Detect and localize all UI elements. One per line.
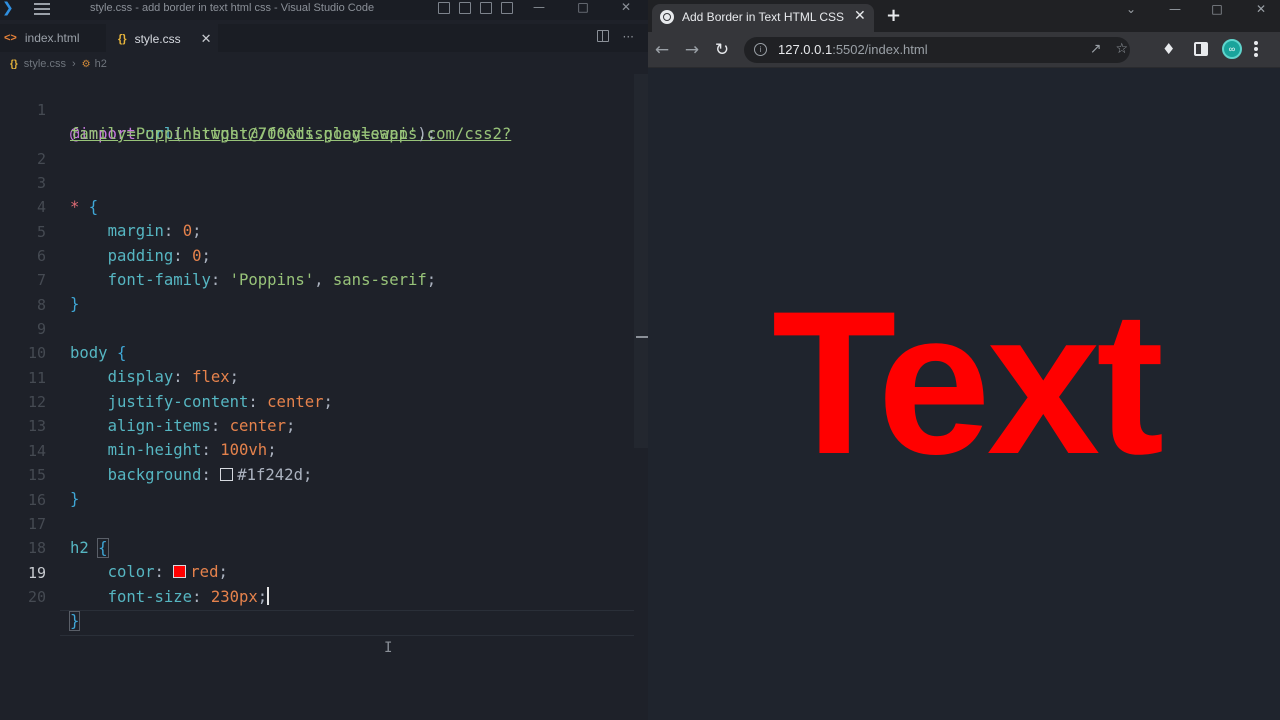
- code-text: font-size: 230px;: [107, 587, 270, 606]
- window-title: style.css - add border in text html css …: [90, 2, 375, 14]
- split-editor-icon[interactable]: [596, 30, 609, 42]
- mouse-ibeam-icon: I: [384, 640, 393, 656]
- page-viewport: Text: [648, 68, 1280, 720]
- customize-layout-icon[interactable]: [501, 2, 513, 14]
- share-icon[interactable]: ↗: [1090, 41, 1102, 57]
- editor-scrollbar[interactable]: [634, 74, 648, 448]
- hamburger-menu-icon[interactable]: [34, 3, 50, 15]
- breadcrumb: {} style.css › ⚙ h2: [10, 56, 107, 72]
- browser-tab-title: Add Border in Text HTML CSS | C: [682, 10, 844, 24]
- html-file-icon: <>: [4, 32, 17, 44]
- vscode-logo-icon: ❯: [2, 0, 14, 16]
- css-file-icon: {}: [118, 32, 127, 45]
- symbol-class-icon: ⚙: [81, 58, 91, 70]
- site-info-icon[interactable]: i: [754, 43, 767, 56]
- code-line: 10 display: flex;: [0, 317, 634, 386]
- browser-tabstrip: Add Border in Text HTML CSS | C ✕ + ⌄ — …: [648, 0, 1280, 32]
- maximize-icon[interactable]: □: [1208, 2, 1226, 16]
- maximize-icon[interactable]: □: [574, 0, 592, 16]
- code-line: 16: [0, 464, 634, 509]
- toggle-secondary-sidebar-icon[interactable]: [480, 2, 492, 14]
- bookmark-star-icon[interactable]: ☆: [1115, 41, 1128, 57]
- css-file-icon: {}: [10, 58, 18, 70]
- code-line: 4 margin: 0;: [0, 171, 634, 240]
- tab-label: index.html: [24, 31, 80, 45]
- code-line: 1 @import url('https://fonts.googleapis.…: [0, 74, 634, 143]
- close-window-icon[interactable]: ✕: [1252, 2, 1270, 16]
- url-text: 127.0.0.1:5502/index.html: [778, 42, 928, 57]
- code-line: 5 padding: 0;: [0, 196, 634, 265]
- editor-tabbar: <> index.html {} style.css ✕ ···: [0, 24, 648, 52]
- toggle-primary-sidebar-icon[interactable]: [438, 2, 450, 14]
- close-window-icon[interactable]: ✕: [617, 0, 635, 16]
- close-tab-icon[interactable]: ✕: [201, 31, 212, 47]
- code-line: 9 body {: [0, 293, 634, 362]
- browser-toolbar: ← → ↻ i 127.0.0.1:5502/index.html ↗ ☆ ♦ …: [648, 32, 1280, 68]
- back-icon[interactable]: ←: [652, 40, 672, 60]
- vscode-window: ❯ style.css - add border in text html cs…: [0, 0, 648, 720]
- code-line: 14 background: #1f242d;: [0, 415, 634, 484]
- close-tab-icon[interactable]: ✕: [854, 8, 866, 24]
- browser-tab[interactable]: Add Border in Text HTML CSS | C ✕: [652, 4, 874, 32]
- breadcrumb-symbol[interactable]: h2: [95, 58, 107, 70]
- minimize-icon[interactable]: —: [530, 0, 548, 16]
- code-line-wrap: family=Poppins:wght@700&display=swap');: [0, 98, 634, 143]
- minimize-icon[interactable]: —: [1166, 2, 1184, 16]
- globe-icon: [660, 10, 674, 24]
- code-line: 20 }: [0, 561, 634, 631]
- scrollbar-marker: [636, 336, 648, 338]
- code-line: 2: [0, 123, 634, 168]
- code-editor[interactable]: 1 @import url('https://fonts.googleapis.…: [0, 74, 634, 720]
- code-line: 18 color: red;: [0, 512, 634, 581]
- code-line: 3 * {: [0, 147, 634, 216]
- code-text: }: [68, 611, 81, 631]
- omnibox-actions: ↗ ☆: [1090, 41, 1128, 57]
- chevron-right-icon: ›: [71, 58, 76, 70]
- line-number: 20: [27, 588, 46, 606]
- more-menu-icon[interactable]: [1254, 41, 1258, 59]
- side-panel-icon[interactable]: [1194, 42, 1208, 56]
- layout-controls: [438, 2, 513, 16]
- toggle-panel-icon[interactable]: [459, 2, 471, 14]
- vscode-titlebar: ❯ style.css - add border in text html cs…: [0, 0, 648, 20]
- code-line: 19 font-size: 230px;: [0, 537, 634, 606]
- address-bar[interactable]: i 127.0.0.1:5502/index.html ↗ ☆: [744, 37, 1130, 63]
- tab-index-html[interactable]: <> index.html: [4, 24, 104, 52]
- editor-actions: ···: [596, 30, 634, 44]
- extensions-puzzle-icon[interactable]: ♦: [1162, 40, 1175, 58]
- breadcrumb-file[interactable]: style.css: [24, 58, 66, 70]
- code-line: 13 min-height: 100vh;: [0, 390, 634, 459]
- code-line: 12 align-items: center;: [0, 366, 634, 435]
- code-line: 7 }: [0, 244, 634, 313]
- tab-style-css[interactable]: {} style.css ✕: [106, 24, 218, 52]
- text-cursor: [267, 587, 270, 605]
- tab-search-icon[interactable]: ⌄: [1122, 2, 1140, 16]
- code-line: 6 font-family: 'Poppins', sans-serif;: [0, 220, 634, 289]
- tab-label: style.css: [134, 31, 181, 46]
- reload-icon[interactable]: ↻: [712, 40, 732, 60]
- browser-window: Add Border in Text HTML CSS | C ✕ + ⌄ — …: [648, 0, 1280, 720]
- forward-icon[interactable]: →: [682, 40, 702, 60]
- new-tab-icon[interactable]: +: [886, 5, 901, 26]
- code-line: 17 h2 {: [0, 488, 634, 558]
- more-actions-icon[interactable]: ···: [623, 30, 634, 44]
- code-line: 15 }: [0, 439, 634, 508]
- code-line: 8: [0, 269, 634, 314]
- current-line-highlight: [60, 610, 634, 636]
- page-heading: Text: [771, 269, 1164, 497]
- code-line: 11 justify-content: center;: [0, 342, 634, 411]
- profile-avatar[interactable]: ∞: [1222, 39, 1242, 59]
